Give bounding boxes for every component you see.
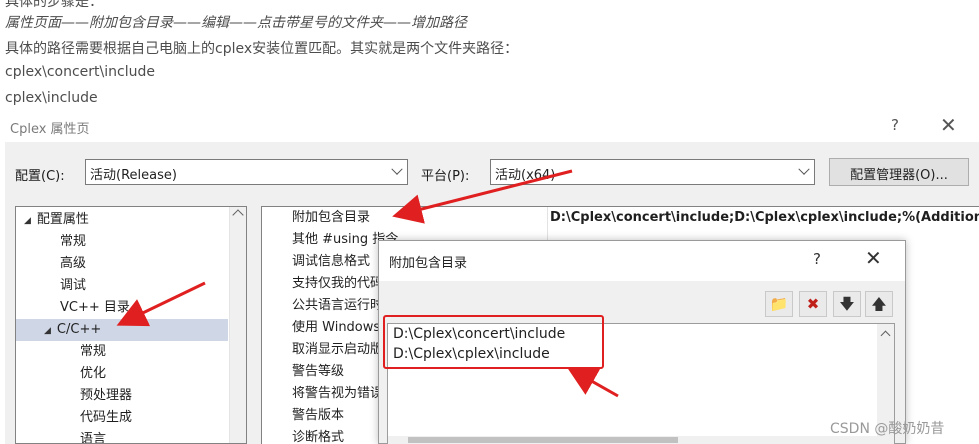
subdialog-titlebar: 附加包含目录 ? ✕ bbox=[379, 241, 905, 281]
tree-item-vc-directories[interactable]: VC++ 目录 bbox=[60, 297, 130, 319]
caret-expanded-icon[interactable]: ◢ bbox=[44, 326, 51, 336]
dialog-title: Cplex 属性页 bbox=[10, 122, 90, 137]
list-hscrollbar[interactable] bbox=[388, 436, 878, 444]
subdialog-help-button[interactable]: ? bbox=[813, 250, 821, 268]
caret-expanded-icon[interactable]: ◢ bbox=[24, 216, 31, 226]
tree-item-general[interactable]: 常规 bbox=[60, 231, 86, 253]
config-label: 配置(C): bbox=[15, 169, 65, 184]
tree-item-code-generation[interactable]: 代码生成 bbox=[80, 407, 132, 429]
config-select-value: 活动(Release) bbox=[90, 168, 177, 183]
platform-select-value: 活动(x64) bbox=[495, 168, 556, 183]
property-diagnostics-format[interactable]: 诊断格式 bbox=[292, 427, 344, 444]
tree-item-debugging[interactable]: 调试 bbox=[60, 275, 86, 297]
new-line-folder-icon[interactable]: 📁 bbox=[765, 291, 793, 317]
tree-item-optimization[interactable]: 优化 bbox=[80, 363, 106, 385]
property-warning-level[interactable]: 警告等级 bbox=[292, 361, 344, 383]
subdialog-title: 附加包含目录 bbox=[389, 256, 468, 271]
tree-item-cpp-general[interactable]: 常规 bbox=[80, 341, 106, 363]
article-line-steps-title: 具体的步骤是： bbox=[5, 0, 103, 10]
scroll-up-icon[interactable] bbox=[232, 209, 244, 221]
property-debug-info-format[interactable]: 调试信息格式 bbox=[292, 251, 370, 273]
chevron-down-icon bbox=[798, 163, 810, 175]
platform-label: 平台(P): bbox=[421, 169, 470, 184]
chevron-down-icon bbox=[391, 163, 403, 175]
tree-item-advanced[interactable]: 高级 bbox=[60, 253, 86, 275]
config-manager-button[interactable]: 配置管理器(O)... bbox=[829, 158, 969, 186]
help-button[interactable]: ? bbox=[891, 116, 899, 134]
article-line-steps: 属性页面——附加包含目录——编辑——点击带星号的文件夹——增加路径 bbox=[5, 15, 467, 31]
tree-scrollbar[interactable] bbox=[229, 207, 246, 443]
platform-select[interactable]: 活动(x64) bbox=[490, 159, 815, 185]
article-line-explain: 具体的路径需要根据自己电脑上的cplex安装位置匹配。其实就是两个文件夹路径： bbox=[5, 41, 519, 57]
article-line-path1: cplex\concert\include bbox=[5, 64, 155, 80]
property-warnings-as-errors[interactable]: 将警告视为错误 bbox=[292, 383, 383, 405]
property-value-include-dirs[interactable]: D:\Cplex\concert\include;D:\Cplex\cplex\… bbox=[550, 207, 979, 229]
move-down-icon[interactable]: 🡇 bbox=[833, 291, 861, 317]
move-up-icon[interactable]: 🡅 bbox=[865, 291, 893, 317]
tree-item-preprocessor[interactable]: 预处理器 bbox=[80, 385, 132, 407]
property-tree[interactable]: ◢ 配置属性 常规 高级 调试 VC++ 目录 ◢ C/C++ 常规 优化 预处理器… bbox=[15, 206, 247, 444]
property-additional-include-dirs[interactable]: 附加包含目录 bbox=[292, 207, 370, 229]
tree-item-language[interactable]: 语言 bbox=[80, 429, 106, 443]
tree-item-c-cpp[interactable]: ◢ C/C++ bbox=[16, 319, 228, 341]
subdialog-close-button[interactable]: ✕ bbox=[865, 246, 882, 270]
csdn-watermark: CSDN @酸奶奶昔 bbox=[830, 421, 945, 437]
highlight-box bbox=[383, 315, 604, 369]
tree-item-config-properties[interactable]: ◢ 配置属性 bbox=[24, 209, 89, 231]
config-select[interactable]: 活动(Release) bbox=[85, 159, 408, 185]
property-warning-version[interactable]: 警告版本 bbox=[292, 405, 344, 427]
close-button[interactable]: ✕ bbox=[940, 113, 957, 137]
scroll-up-icon[interactable] bbox=[880, 330, 891, 341]
hscroll-thumb[interactable] bbox=[408, 437, 678, 443]
delete-line-icon[interactable]: ✖ bbox=[799, 291, 827, 317]
article-line-path2: cplex\include bbox=[5, 90, 98, 106]
dialog-titlebar: Cplex 属性页 ? ✕ bbox=[5, 112, 979, 142]
